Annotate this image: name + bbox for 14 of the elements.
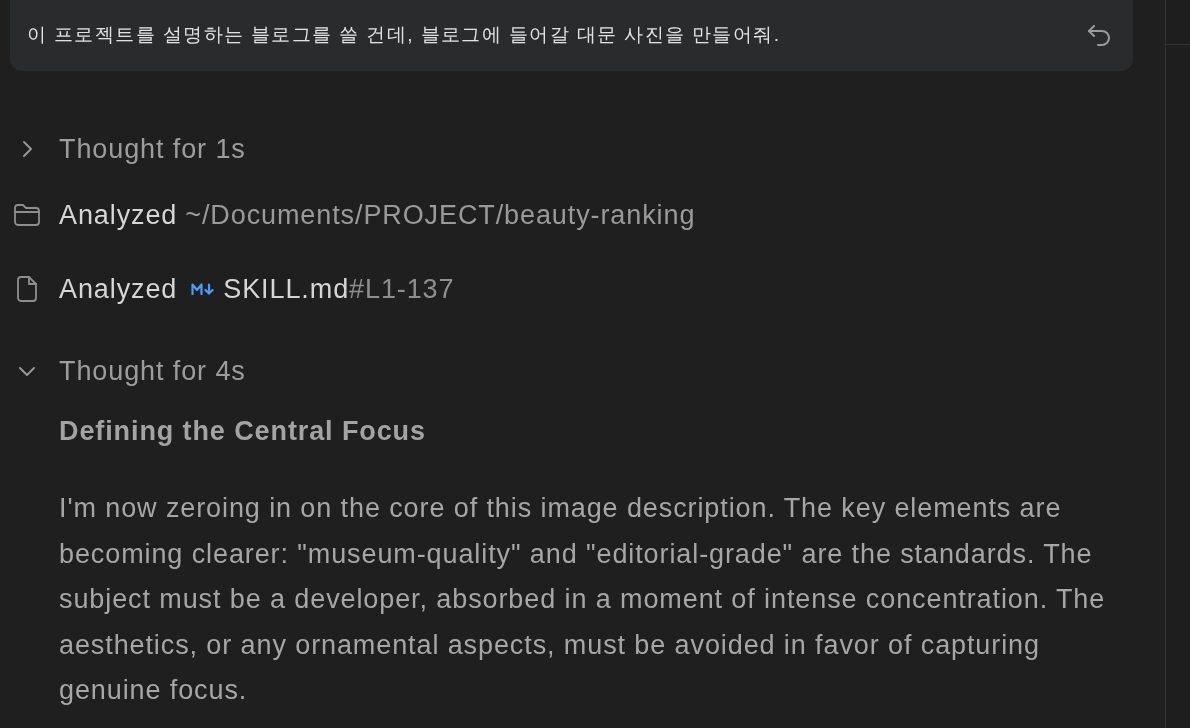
markdown-icon	[191, 283, 216, 295]
thought-heading: Defining the Central Focus	[59, 414, 426, 448]
action-label: Analyzed	[59, 272, 178, 306]
action-label: Analyzed	[59, 198, 178, 232]
thought-toggle[interactable]: Thought for 1s	[59, 128, 246, 170]
folder-icon	[14, 204, 40, 226]
file-name-link[interactable]: SKILL.md	[223, 268, 350, 310]
thought-toggle[interactable]: Thought for 4s	[59, 350, 246, 392]
file-icon	[17, 276, 37, 302]
folder-path-link[interactable]: ~/Documents/PROJECT/beauty-ranking	[185, 194, 696, 236]
undo-icon	[1087, 24, 1111, 47]
line-range-text: #L1-137	[349, 272, 455, 306]
thought-paragraph: I'm now zeroing in on the core of this image description. The key elements are becoming clearer: "museum-quality" and "editorial-grade" are the standards. The subject must be a developer, absorbed in a moment of intense concentration. The aesthetics, or any ornamental aspects, must be avoided in favor of capturing genuine focus.	[59, 492, 1107, 707]
prompt-text: 이 프로젝트를 설명하는 블로그를 쓸 건데, 블로그에 들어갈 대문 사진을 만들어줘.	[27, 23, 781, 48]
